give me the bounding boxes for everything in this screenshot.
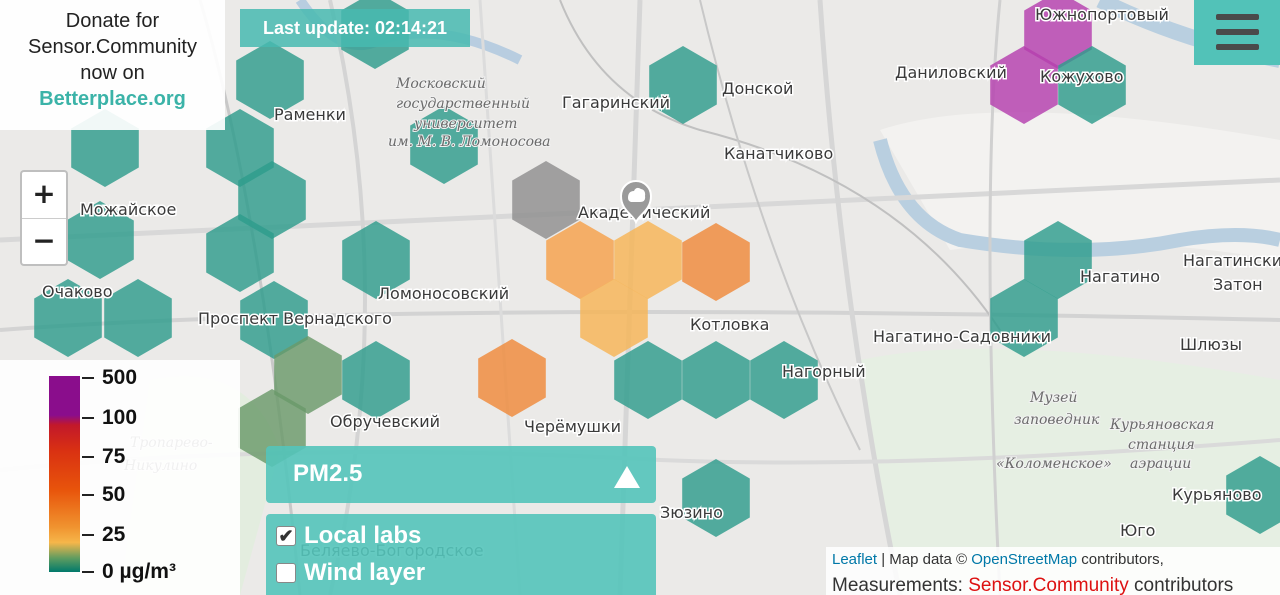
map-place-label: Очаково	[42, 282, 113, 301]
map-place-label: Курьяново	[1172, 485, 1262, 504]
donate-link[interactable]: Betterplace.org	[0, 86, 225, 112]
map-place-label: Проспект Вернадского	[198, 309, 392, 328]
map-place-label: Канатчиково	[724, 144, 833, 163]
map-place-label: Нагатинский	[1183, 251, 1280, 270]
legend-color-scale	[49, 376, 80, 572]
attribution-measurements: Measurements:	[832, 575, 969, 595]
map-place-label: Нагатино	[1080, 267, 1160, 286]
map-place-label: университет	[413, 116, 517, 132]
legend-label-100: 100	[102, 406, 138, 429]
legend-tick	[82, 494, 94, 496]
osm-link[interactable]: OpenStreetMap	[971, 551, 1077, 568]
attribution-contributors: contributors,	[1077, 551, 1164, 568]
donate-line-3: now on	[80, 62, 145, 84]
attribution-contributors-2: contributors	[1128, 575, 1234, 595]
map-place-label: Даниловский	[895, 63, 1007, 82]
map-place-label: им. М. В. Ломоносова	[388, 134, 551, 150]
legend-label-0: 0 µg/m³	[102, 560, 176, 583]
legend-tick	[82, 534, 94, 536]
layer-wind-label: Wind layer	[304, 559, 426, 586]
pm-selector-label: PM2.5	[293, 460, 363, 487]
legend-label-75: 75	[102, 445, 126, 468]
map-place-label: Курьяновская	[1109, 417, 1214, 433]
map-place-label: Шлюзы	[1180, 335, 1242, 354]
donate-line-2: Sensor.Community	[28, 36, 197, 58]
map-place-label: Московский	[395, 76, 486, 92]
legend-label-25: 25	[102, 523, 126, 546]
map-place-label: Зюзино	[660, 503, 723, 522]
pm-legend: 500 100 75 50 25 0 µg/m³	[0, 360, 240, 595]
triangle-up-icon[interactable]	[614, 466, 640, 488]
legend-tick	[82, 571, 94, 573]
map-place-label: Кожухово	[1040, 67, 1124, 86]
donate-banner[interactable]: Donate for Sensor.Community now on Bette…	[0, 0, 225, 130]
layer-local-labs-label: Local labs	[304, 522, 422, 549]
checkbox-wind-layer[interactable]	[276, 563, 296, 583]
map-place-label: Можайское	[80, 200, 176, 219]
map-place-label: государственный	[396, 96, 530, 112]
map-place-label: «Коломенское»	[996, 456, 1112, 472]
zoom-control: + −	[20, 170, 68, 266]
map-place-label: Юго	[1120, 521, 1155, 540]
map-place-label: Обручевский	[330, 412, 440, 431]
layers-panel: ✔ Local labs Wind layer	[266, 514, 656, 595]
leaflet-link[interactable]: Leaflet	[832, 551, 877, 568]
hamburger-menu-icon-line	[1216, 29, 1259, 35]
map-place-label: станция	[1128, 437, 1195, 453]
checkbox-local-labs[interactable]: ✔	[276, 526, 296, 546]
map-attribution: Leaflet | Map data © OpenStreetMap contr…	[826, 547, 1280, 595]
map-place-label: Донской	[722, 79, 793, 98]
legend-tick	[82, 456, 94, 458]
zoom-in-button[interactable]: +	[22, 172, 66, 219]
hamburger-menu-icon	[1216, 14, 1259, 20]
legend-label-50: 50	[102, 483, 126, 506]
map-place-label: Раменки	[274, 105, 346, 124]
map-place-label: Южнопортовый	[1035, 5, 1169, 24]
map-place-label: Гагаринский	[562, 93, 670, 112]
pm-selector-dropdown[interactable]: PM2.5	[266, 446, 656, 503]
donate-line-1: Donate for	[65, 10, 160, 32]
legend-label-500: 500	[102, 366, 138, 389]
zoom-out-button[interactable]: −	[22, 219, 66, 265]
attribution-sep: | Map data ©	[877, 551, 972, 568]
map-place-label: Нагатино-Садовники	[873, 327, 1051, 346]
map-place-label: Черёмушки	[524, 417, 621, 436]
map-place-label: Нагорный	[782, 362, 866, 381]
map-place-label: Затон	[1213, 275, 1263, 294]
map-place-label: Музей	[1029, 390, 1077, 406]
map-place-label: Котловка	[690, 315, 769, 334]
legend-tick	[82, 377, 94, 379]
hamburger-menu-button[interactable]	[1194, 0, 1280, 65]
sensor-community-link[interactable]: Sensor.Community	[968, 575, 1129, 595]
hamburger-menu-icon-line	[1216, 44, 1259, 50]
last-update-badge: Last update: 02:14:21	[240, 9, 470, 47]
map-place-label: Ломоносовский	[378, 284, 509, 303]
legend-tick	[82, 417, 94, 419]
map-place-label: заповедник	[1014, 412, 1100, 428]
map-place-label: аэрации	[1130, 456, 1191, 472]
